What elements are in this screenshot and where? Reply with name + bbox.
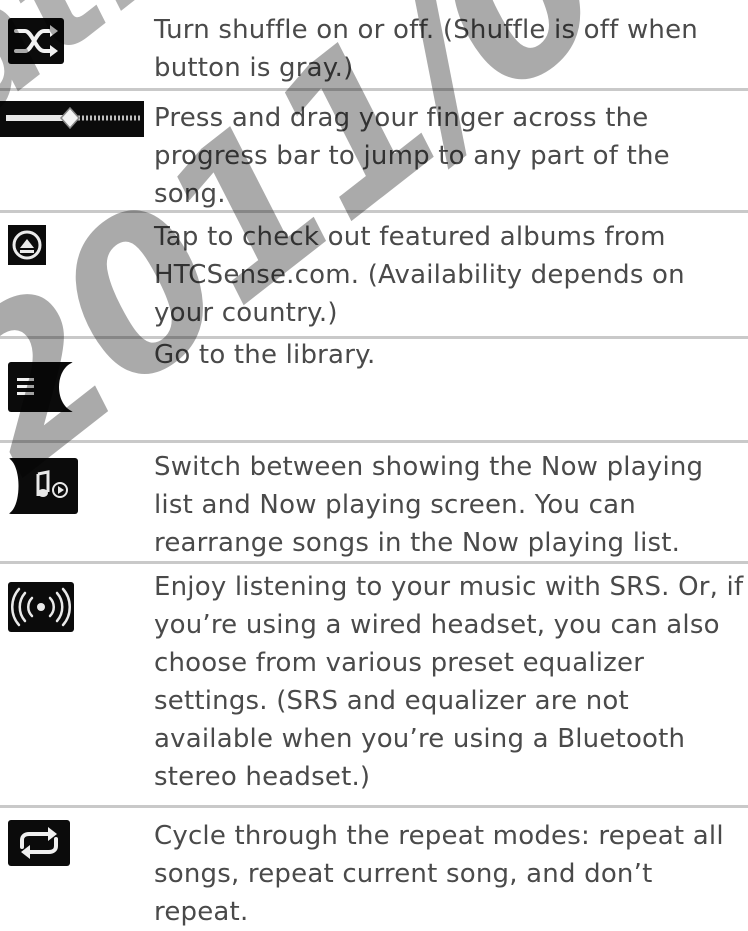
- row-library: Go to the library.: [0, 339, 748, 444]
- row-progress-bar: Press and drag your finger across the pr…: [0, 91, 748, 211]
- progress-bar-description: Press and drag your finger across the pr…: [154, 103, 670, 209]
- srs-description: Enjoy listening to your music with SRS. …: [154, 572, 744, 792]
- featured-albums-icon[interactable]: [8, 225, 46, 269]
- now-playing-list-icon[interactable]: [8, 458, 78, 518]
- progress-bar-icon[interactable]: [0, 101, 144, 141]
- row-srs: Enjoy listening to your music with SRS. …: [0, 564, 748, 804]
- row-featured-albums: Tap to check out featured albums from HT…: [0, 213, 748, 338]
- row-now-playing-list: Switch between showing the Now playing l…: [0, 443, 748, 565]
- row-shuffle: Turn shuffle on or off. (Shuffle is off …: [0, 0, 748, 84]
- shuffle-icon[interactable]: [8, 18, 64, 68]
- srs-icon[interactable]: [8, 582, 74, 636]
- library-icon[interactable]: [8, 362, 74, 416]
- shuffle-description: Turn shuffle on or off. (Shuffle is off …: [154, 15, 698, 83]
- repeat-description: Cycle through the repeat modes: repeat a…: [154, 821, 724, 927]
- now-playing-list-description: Switch between showing the Now playing l…: [154, 452, 704, 558]
- row-repeat: Cycle through the repeat modes: repeat a…: [0, 808, 748, 927]
- featured-albums-description: Tap to check out featured albums from HT…: [154, 222, 685, 328]
- repeat-icon[interactable]: [8, 820, 70, 870]
- library-description: Go to the library.: [154, 340, 376, 370]
